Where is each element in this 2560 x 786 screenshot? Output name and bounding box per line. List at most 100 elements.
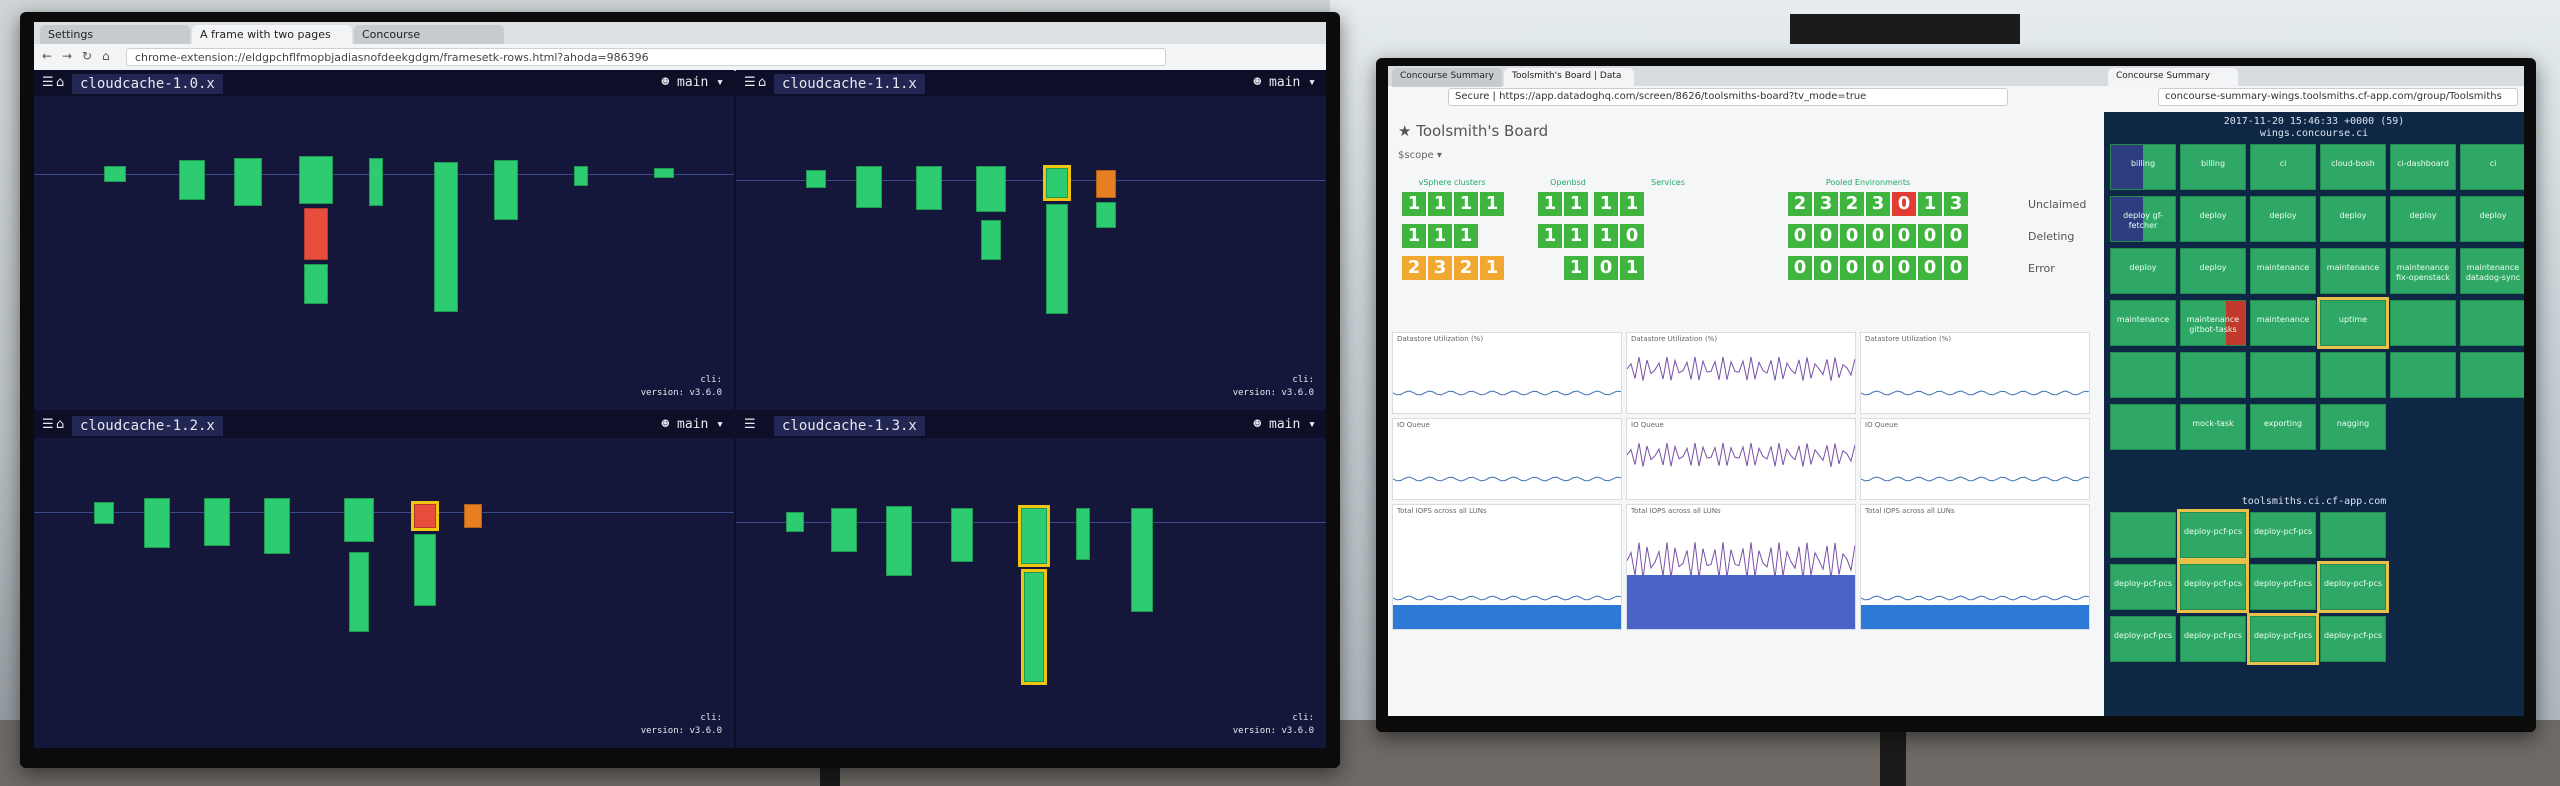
pipeline-tile[interactable]: deploy-pcf-pcs — [2177, 561, 2249, 613]
pipeline-tile[interactable]: ci — [2250, 144, 2316, 190]
tab-concourse[interactable]: Concourse — [354, 25, 504, 44]
pipeline-tile[interactable]: cloud-bosh — [2320, 144, 2386, 190]
pipeline-name[interactable]: cloudcache-1.2.x — [72, 416, 223, 436]
pipeline-tile[interactable]: maintenance — [2250, 300, 2316, 346]
job-box-failed[interactable] — [411, 501, 439, 531]
job-box[interactable] — [574, 166, 588, 186]
pipeline-tile[interactable]: deploy gf-fetcher — [2110, 196, 2176, 242]
reload-icon[interactable]: ↻ — [82, 49, 92, 63]
menu-icon[interactable]: ☰ — [42, 75, 54, 90]
pipeline-tile[interactable] — [2390, 352, 2456, 398]
pipeline-tile[interactable]: deploy — [2110, 248, 2176, 294]
job-box[interactable] — [981, 220, 1001, 260]
pipeline-tile[interactable]: deploy-pcf-pcs — [2320, 616, 2386, 662]
pipeline-tile[interactable] — [2390, 300, 2456, 346]
job-box[interactable] — [349, 552, 369, 632]
metric-graph[interactable]: IO Queue — [1392, 418, 1622, 500]
pipeline-tile[interactable]: maintenance — [2110, 300, 2176, 346]
job-box-errored[interactable] — [464, 504, 482, 528]
job-box-running[interactable] — [1043, 165, 1071, 201]
metric-graph[interactable]: Datastore Utilization (%) — [1860, 332, 2090, 414]
home-icon[interactable]: ⌂ — [102, 49, 110, 63]
home-icon[interactable]: ⌂ — [758, 75, 766, 90]
job-box[interactable] — [414, 534, 436, 606]
job-box[interactable] — [494, 160, 518, 220]
section-header[interactable]: Openbsd — [1538, 178, 1598, 187]
job-box[interactable] — [951, 508, 973, 562]
job-box[interactable] — [204, 498, 230, 546]
job-box[interactable] — [94, 502, 114, 524]
pipeline-tile[interactable] — [2180, 352, 2246, 398]
metric-graph[interactable]: Datastore Utilization (%) — [1392, 332, 1622, 414]
pipeline-tile[interactable]: deploy-pcf-pcs — [2317, 561, 2389, 613]
pipeline-tile[interactable]: deploy-pcf-pcs — [2180, 616, 2246, 662]
job-box[interactable] — [786, 512, 804, 532]
section-header[interactable]: Services — [1618, 178, 1718, 187]
menu-icon[interactable]: ☰ — [744, 417, 756, 432]
pipeline-tile[interactable]: maintenance datadog-sync — [2460, 248, 2524, 294]
metric-graph[interactable]: Total IOPS across all LUNs — [1626, 504, 1856, 630]
forward-icon[interactable]: → — [62, 49, 72, 63]
menu-icon[interactable]: ☰ — [42, 417, 54, 432]
job-box[interactable] — [1046, 204, 1068, 314]
pipeline-tile[interactable]: deploy-pcf-pcs — [2247, 613, 2319, 665]
branch-selector[interactable]: ☻ main ▾ — [1253, 417, 1316, 432]
section-header[interactable]: vSphere clusters — [1402, 178, 1502, 187]
home-icon[interactable]: ⌂ — [56, 75, 64, 90]
pipeline-tile[interactable]: exporting — [2250, 404, 2316, 450]
pipeline-tile[interactable]: deploy-pcf-pcs — [2110, 564, 2176, 610]
pipeline-tile[interactable] — [2250, 352, 2316, 398]
tab-concourse-summary[interactable]: Concourse Summary — [1392, 68, 1502, 87]
pipeline-tile[interactable]: deploy — [2460, 196, 2524, 242]
address-input[interactable]: chrome-extension://eldgpchflfmopbjadiasn… — [126, 48, 1166, 66]
back-icon[interactable]: ← — [42, 49, 52, 63]
job-box[interactable] — [179, 160, 205, 200]
pipeline-tile[interactable]: deploy-pcf-pcs — [2110, 616, 2176, 662]
job-box-errored[interactable] — [1096, 170, 1116, 198]
job-box[interactable] — [1131, 508, 1153, 612]
pipeline-tile[interactable]: deploy-pcf-pcs — [2177, 509, 2249, 561]
job-box[interactable] — [976, 166, 1006, 212]
pipeline-tile[interactable]: deploy — [2320, 196, 2386, 242]
job-box-running[interactable] — [1018, 505, 1050, 567]
metric-graph[interactable]: Total IOPS across all LUNs — [1392, 504, 1622, 630]
pipeline-tile[interactable]: ci-dashboard — [2390, 144, 2456, 190]
pipeline-tile[interactable]: billing — [2180, 144, 2246, 190]
branch-selector[interactable]: ☻ main ▾ — [661, 417, 724, 432]
branch-selector[interactable]: ☻ main ▾ — [661, 75, 724, 90]
job-box[interactable] — [806, 170, 826, 188]
job-box[interactable] — [1076, 508, 1090, 560]
pipeline-tile[interactable]: deploy — [2390, 196, 2456, 242]
section-header[interactable]: Pooled Environments — [1768, 178, 1968, 187]
pipeline-tile[interactable]: maintenance — [2320, 248, 2386, 294]
job-box-running[interactable] — [1021, 569, 1047, 685]
job-box[interactable] — [831, 508, 857, 552]
pipeline-tile[interactable]: deploy-pcf-pcs — [2250, 512, 2316, 558]
job-box[interactable] — [104, 166, 126, 182]
pipeline-tile[interactable] — [2110, 512, 2176, 558]
pipeline-tile[interactable] — [2460, 352, 2524, 398]
pipeline-tile[interactable]: maintenance — [2250, 248, 2316, 294]
job-box[interactable] — [434, 162, 458, 312]
pipeline-tile[interactable]: maintenance fix-openstack — [2390, 248, 2456, 294]
tab-settings[interactable]: Settings — [40, 25, 190, 44]
address-input[interactable]: Secure | https://app.datadoghq.com/scree… — [1448, 88, 2008, 106]
pipeline-tile[interactable]: mock-task — [2180, 404, 2246, 450]
home-icon[interactable]: ⌂ — [56, 417, 64, 432]
job-box[interactable] — [344, 498, 374, 542]
scope-selector[interactable]: $scope ▾ — [1398, 150, 1442, 161]
tab-datadog-board[interactable]: Toolsmith's Board | Data — [1504, 68, 1634, 87]
job-box[interactable] — [916, 166, 942, 210]
job-box[interactable] — [304, 264, 328, 304]
job-box[interactable] — [234, 158, 262, 206]
job-box[interactable] — [1096, 202, 1116, 228]
tab-frame[interactable]: A frame with two pages — [192, 25, 352, 44]
metric-graph[interactable]: IO Queue — [1860, 418, 2090, 500]
pipeline-tile[interactable] — [2110, 404, 2176, 450]
metric-graph[interactable]: Datastore Utilization (%) — [1626, 332, 1856, 414]
job-box[interactable] — [264, 498, 290, 554]
pipeline-tile[interactable]: deploy — [2180, 196, 2246, 242]
address-input-2[interactable]: concourse-summary-wings.toolsmiths.cf-ap… — [2158, 88, 2518, 106]
job-box[interactable] — [654, 168, 674, 178]
pipeline-tile[interactable]: billing — [2110, 144, 2176, 190]
